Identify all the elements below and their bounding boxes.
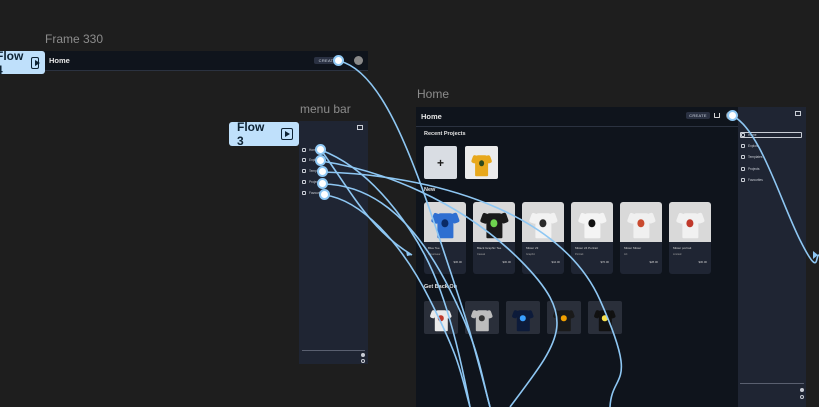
arrow-icon [813,251,818,259]
product-category: Portrait [575,253,584,256]
frame330-title: Home [49,56,70,65]
sidebar-item-label: Home [748,133,757,137]
frame330-avatar[interactable] [354,56,363,65]
heart-icon [741,178,745,182]
product-name: Black Graphic Tee [477,246,502,250]
connector-node-menu-projects[interactable] [317,178,328,189]
product-price: $30.00 [698,260,707,264]
product-image [571,202,613,242]
home-icon [741,133,745,137]
explore-icon [302,158,306,162]
sidebar-item-label: Projects [748,167,760,171]
sidebar-item-projects[interactable]: Projects [741,167,760,171]
home-icon [302,148,306,152]
home-header: Home CREATE [416,107,738,127]
product-card[interactable]: Blue Tee Streetwear $36.00 [424,202,466,274]
product-image [620,202,662,242]
product-price: $28.00 [649,260,658,264]
home-create-button[interactable]: CREATE [686,112,710,119]
product-name: Mister portrait [673,246,692,250]
product-category: Streetwear [428,253,441,256]
sidebar-item-explore[interactable]: Explore [741,144,759,148]
sidebar-item-favourites[interactable]: Favourites [741,178,763,182]
help-icon[interactable] [800,395,804,399]
connector-node-frame330[interactable] [333,55,344,66]
templates-icon [741,155,745,159]
sidebar-collapse-icon[interactable] [795,111,801,116]
menu-bar-frame: Home Explore Templates Projects Favourit… [299,121,368,364]
settings-icon[interactable] [361,353,365,357]
get-back-thumb[interactable] [588,301,622,334]
product-name: Mister 24 Portrait [575,246,598,250]
flow3-label: Flow 3 [237,120,265,148]
recent-project-thumb[interactable] [465,146,498,179]
get-back-thumb[interactable] [465,301,499,334]
product-image [473,202,515,242]
product-price: $30.00 [502,260,511,264]
settings-icon[interactable] [800,388,804,392]
frame330-header: Home CREATE [44,51,368,71]
get-back-thumb[interactable] [506,301,540,334]
frame330-label: Frame 330 [45,32,104,46]
sidebar-item-label: Favourites [748,178,763,182]
get-back-thumb[interactable] [424,301,458,334]
templates-icon [302,169,306,173]
product-category: Art [624,253,628,256]
menu-collapse-icon[interactable] [357,125,363,130]
recent-projects-title: Recent Projects [424,131,466,137]
product-image [424,202,466,242]
connector-node-menu-favourites[interactable] [319,189,330,200]
connector-node-home-avatar[interactable] [727,110,738,121]
play-icon [31,56,40,69]
product-price: $76.00 [600,260,609,264]
product-image [522,202,564,242]
flow3-tag[interactable]: Flow 3 [229,120,299,148]
connector-node-menu-templates[interactable] [317,166,328,177]
new-title: New [424,187,436,193]
connector-node-menu-home[interactable] [315,144,326,155]
product-name: Mister 23 [526,246,539,250]
product-card[interactable]: Mister 24 Portrait Portrait $76.00 [571,202,613,274]
home-title: Home [421,112,442,121]
arrow-icon [406,251,412,256]
menu-bar-label: menu bar [300,102,351,116]
product-card[interactable]: Mister 23 Graphic $44.00 [522,202,564,274]
product-price: $36.00 [453,260,462,264]
home-sidebar: Home Explore Templates Projects Favourit… [738,107,806,407]
folder-icon [302,180,306,184]
home-frame-label: Home [417,87,450,101]
plus-icon: + [436,155,444,170]
home-frame: Home CREATE Recent Projects + New Blue T… [416,107,738,407]
sidebar-item-label: Explore [748,144,759,148]
flow4-tag[interactable]: Flow 4 [0,48,45,77]
product-name: Blue Tee [428,246,440,250]
flow4-label: Flow 4 [0,48,24,77]
explore-icon [741,144,745,148]
sidebar-divider [740,383,804,384]
product-category: Casual [477,253,486,256]
menu-divider [302,350,365,351]
help-icon[interactable] [361,359,365,363]
sidebar-item-label: Templates [748,155,763,159]
product-category: Graphic [526,253,536,256]
sidebar-item-home[interactable]: Home [741,133,757,137]
connector-node-menu-explore[interactable] [315,155,326,166]
get-back-on-title: Get Back On [424,284,458,290]
cart-icon[interactable] [714,113,720,118]
product-card[interactable]: Mister Mister Art $28.00 [620,202,662,274]
product-name: Mister Mister [624,246,642,250]
folder-icon [741,167,745,171]
product-image [669,202,711,242]
product-price: $44.00 [551,260,560,264]
product-card[interactable]: Black Graphic Tee Casual $30.00 [473,202,515,274]
product-category: Limited [673,253,682,256]
sidebar-item-templates[interactable]: Templates [741,155,763,159]
play-icon [281,128,293,140]
product-card[interactable]: Mister portrait Limited $30.00 [669,202,711,274]
add-project-button[interactable]: + [424,146,457,179]
heart-icon [302,191,306,195]
get-back-thumb[interactable] [547,301,581,334]
